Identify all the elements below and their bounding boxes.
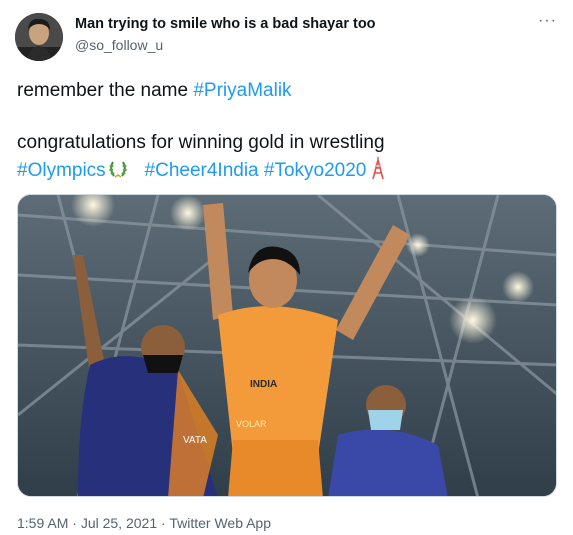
hashtag-tokyo2020[interactable]: #Tokyo2020 [264, 160, 366, 181]
hashtag-olympics[interactable]: #Olympics [17, 160, 106, 181]
jersey-text-2: INDIA [250, 379, 277, 390]
tweet: Man trying to smile who is a bad shayar … [0, 0, 573, 535]
tweet-time[interactable]: 1:59 AM [17, 515, 68, 531]
more-dots-icon[interactable]: ··· [538, 12, 557, 30]
tokyo-tower-icon [370, 156, 386, 188]
tweet-meta: 1:59 AM · Jul 25, 2021 · Twitter Web App [17, 515, 271, 531]
tweet-photo[interactable]: VATA INDIA VOLAR [17, 194, 557, 497]
tweet-date[interactable]: Jul 25, 2021 [81, 515, 157, 531]
avatar[interactable] [15, 13, 63, 61]
tweet-line-3: #Olympics #Cheer4India #Tokyo2020 [17, 156, 557, 188]
tweet-line-1-text: remember the name [17, 80, 194, 101]
jersey-text-1: VATA [183, 435, 207, 446]
tweet-line-1: remember the name #PriyaMalik [17, 78, 557, 104]
hashtag-cheer4india[interactable]: #Cheer4India [145, 160, 259, 181]
author-name[interactable]: Man trying to smile who is a bad shayar … [75, 16, 376, 32]
tweet-text: remember the name #PriyaMalik congratula… [17, 78, 557, 188]
tweet-line-2: congratulations for winning gold in wres… [17, 132, 385, 153]
hashtag-priyamalik[interactable]: #PriyaMalik [193, 80, 291, 101]
photo-wrestler-celebration: VATA INDIA VOLAR [18, 195, 556, 496]
laurel-wreath-icon [107, 158, 129, 188]
meta-separator: · [157, 515, 170, 531]
jersey-text-3: VOLAR [236, 419, 267, 429]
author-handle[interactable]: @so_follow_u [75, 37, 163, 53]
meta-separator: · [68, 515, 81, 531]
tweet-source[interactable]: Twitter Web App [169, 515, 271, 531]
